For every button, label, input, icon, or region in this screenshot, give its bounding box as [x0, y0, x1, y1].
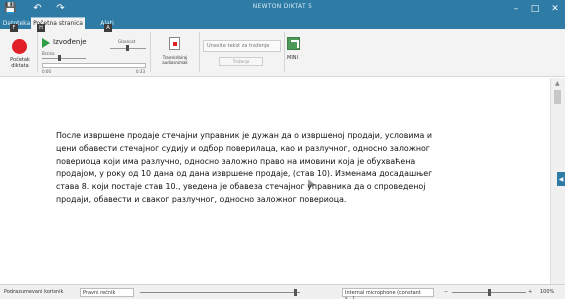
playback-progress[interactable] — [42, 63, 146, 68]
app-title: NEWTON DIKTAT 5 — [252, 3, 313, 10]
ribbon: Početak diktata Izvođenje Brzina Glasnos… — [0, 29, 565, 77]
transcribe-icon[interactable] — [169, 37, 180, 50]
zoom-out-icon[interactable]: − — [444, 289, 448, 295]
zoom-slider-thumb[interactable] — [488, 289, 491, 296]
speed-slider-thumb[interactable] — [58, 55, 61, 61]
ribbon-separator — [37, 32, 38, 72]
microphone-select[interactable]: Internal microphone (constant s...) — [342, 288, 434, 299]
zoom-in-icon[interactable]: + — [528, 289, 532, 295]
ribbon-separator — [284, 32, 285, 72]
transcribe-label: Transkribiraj audiosnimak — [162, 55, 188, 65]
time-end: 0:33 — [136, 69, 145, 74]
volume-slider-thumb[interactable] — [126, 45, 129, 51]
mini-label: MINI — [287, 55, 299, 61]
close-icon[interactable]: ✕ — [547, 0, 563, 17]
key-badge-tools: A — [104, 24, 112, 32]
minimize-icon[interactable]: – — [508, 0, 524, 17]
search-button[interactable]: Traženje — [219, 57, 263, 66]
record-button[interactable] — [12, 39, 27, 54]
ribbon-separator — [150, 32, 151, 72]
side-panel-toggle-icon[interactable]: ◀ — [557, 172, 565, 186]
play-icon[interactable] — [42, 38, 50, 48]
speed-slider-track[interactable] — [42, 58, 86, 59]
speed-label: Brzina — [42, 51, 55, 56]
dictation-volume-track[interactable] — [140, 292, 300, 293]
title-bar: 💾 ↶ ↷ NEWTON DIKTAT 5 – □ ✕ — [0, 0, 565, 17]
mini-mode-icon[interactable] — [287, 37, 300, 50]
maximize-icon[interactable]: □ — [527, 0, 543, 17]
search-input[interactable] — [203, 40, 281, 52]
document-text[interactable]: После извршене продаје стечајни управник… — [56, 130, 506, 207]
scroll-thumb[interactable] — [554, 90, 561, 104]
status-bar: Podrazumevani korisnik Pravni rečnik Int… — [0, 284, 565, 299]
profile-label: Podrazumevani korisnik — [4, 289, 64, 295]
volume-label: Glasnost — [118, 39, 136, 44]
key-badge-home: H — [37, 24, 45, 32]
zoom-value: 100% — [540, 289, 555, 295]
time-start: 0:00 — [42, 69, 51, 74]
vocabulary-select[interactable]: Pravni rečnik — [80, 288, 134, 297]
ribbon-separator — [199, 32, 200, 72]
record-label: Početak diktata — [10, 57, 30, 69]
ribbon-tabs: Datoteka Početna stranica Alati — [0, 17, 565, 29]
dictation-volume-thumb[interactable] — [294, 289, 297, 296]
play-button-label[interactable]: Izvođenje — [53, 38, 87, 46]
key-badge-file: F — [10, 24, 18, 32]
scroll-up-icon[interactable]: ▲ — [555, 80, 560, 87]
